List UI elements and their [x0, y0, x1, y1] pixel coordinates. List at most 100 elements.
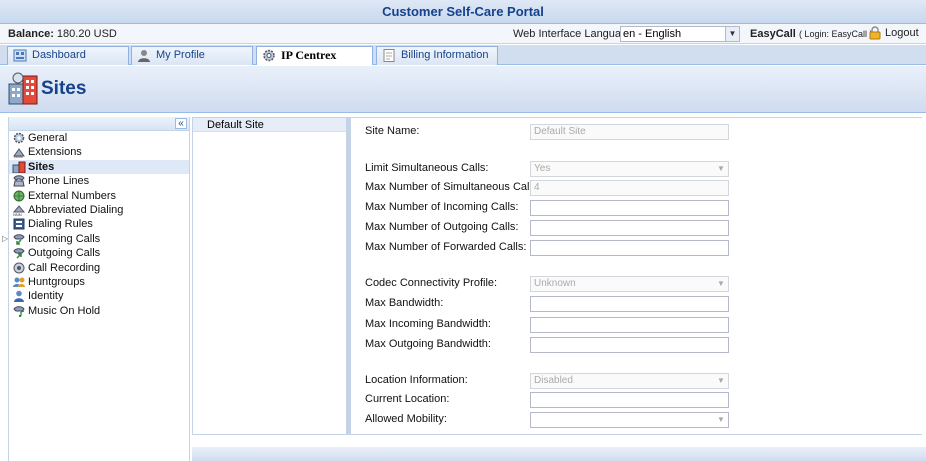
- sidebar-item-incoming-calls[interactable]: ▷ Incoming Calls: [2, 232, 189, 246]
- allowed-mobility-select[interactable]: ▼: [530, 412, 729, 428]
- sidebar-item-phone-lines[interactable]: Phone Lines: [9, 174, 189, 188]
- limit-calls-value: Yes: [534, 163, 551, 174]
- sidebar-item-label: Identity: [28, 290, 64, 303]
- lock-icon: [869, 26, 881, 40]
- expand-arrow-icon[interactable]: ▷: [2, 232, 8, 246]
- sidebar-item-abbreviated-dialing[interactable]: NNN Abbreviated Dialing: [9, 203, 189, 217]
- sidebar-item-sites[interactable]: Sites: [9, 159, 189, 175]
- codec-profile-label: Codec Connectivity Profile:: [365, 277, 498, 289]
- max-bandwidth-label: Max Bandwidth:: [365, 297, 444, 309]
- tab-my-profile[interactable]: My Profile: [131, 46, 253, 65]
- sidebar-item-label: Phone Lines: [28, 175, 90, 188]
- sidebar-item-extensions[interactable]: NNN Extensions: [9, 145, 189, 159]
- sidebar-item-identity[interactable]: Identity: [9, 289, 189, 303]
- gear-icon: [13, 132, 25, 144]
- max-incoming-bandwidth-row: Max Incoming Bandwidth:: [365, 317, 925, 333]
- max-simultaneous-row: Max Number of Simultaneous Calls: 4: [365, 180, 925, 196]
- document-icon: [383, 49, 395, 62]
- abbreviated-dialing-icon: NNN: [12, 205, 26, 216]
- huntgroups-icon: [13, 277, 25, 287]
- site-list-item[interactable]: Default Site: [193, 118, 346, 132]
- sidebar-item-dialing-rules[interactable]: Dialing Rules: [9, 217, 189, 231]
- max-outgoing-bandwidth-input[interactable]: [530, 337, 729, 353]
- sidebar-item-label: Extensions: [28, 146, 82, 159]
- max-outgoing-input[interactable]: [530, 220, 729, 236]
- location-info-select[interactable]: Disabled ▼: [530, 373, 729, 389]
- max-outgoing-bandwidth-row: Max Outgoing Bandwidth:: [365, 337, 925, 353]
- max-incoming-bandwidth-label: Max Incoming Bandwidth:: [365, 318, 491, 330]
- sidebar-item-call-recording[interactable]: Call Recording: [9, 261, 189, 275]
- sidebar-item-label: External Numbers: [28, 189, 117, 202]
- allowed-mobility-label: Allowed Mobility:: [365, 413, 447, 425]
- current-location-label: Current Location:: [365, 393, 450, 405]
- footer-toolbar: [192, 447, 926, 461]
- sidebar-item-huntgroups[interactable]: Huntgroups: [9, 275, 189, 289]
- collapse-sidebar-button[interactable]: «: [175, 118, 187, 129]
- max-incoming-bandwidth-input[interactable]: [530, 317, 729, 333]
- chevron-down-icon[interactable]: ▼: [725, 27, 739, 41]
- limit-calls-select[interactable]: Yes ▼: [530, 161, 729, 177]
- tab-label: IP Centrex: [281, 48, 337, 62]
- max-bandwidth-input[interactable]: [530, 296, 729, 312]
- tab-label: Dashboard: [32, 49, 86, 61]
- info-bar: Balance: 180.20 USD Web Interface Langua…: [0, 24, 926, 44]
- max-incoming-input[interactable]: [530, 200, 729, 216]
- limit-calls-label: Limit Simultaneous Calls:: [365, 162, 489, 174]
- extensions-icon: NNN: [13, 148, 25, 158]
- current-location-input[interactable]: [530, 392, 729, 408]
- phone-line-icon: [13, 175, 25, 187]
- sidebar-item-external-numbers[interactable]: External Numbers: [9, 189, 189, 203]
- tab-label: Billing Information: [401, 49, 489, 61]
- sidebar-item-outgoing-calls[interactable]: Outgoing Calls: [9, 246, 189, 260]
- chevron-down-icon[interactable]: ▼: [714, 162, 728, 176]
- portal-title: Customer Self-Care Portal: [0, 0, 926, 24]
- incoming-calls-icon: [13, 233, 25, 245]
- location-info-value: Disabled: [534, 375, 573, 386]
- site-name-label: Site Name:: [365, 125, 420, 137]
- codec-profile-value: Unknown: [534, 278, 576, 289]
- max-simultaneous-input[interactable]: 4: [530, 180, 729, 196]
- sites-icon: [8, 72, 38, 105]
- sidebar-item-label: Huntgroups: [28, 275, 85, 288]
- tab-dashboard[interactable]: Dashboard: [7, 46, 129, 65]
- sidebar-item-general[interactable]: General: [9, 131, 189, 145]
- max-bandwidth-row: Max Bandwidth:: [365, 296, 925, 312]
- site-name-input[interactable]: Default Site: [530, 124, 729, 140]
- sidebar-item-label: Sites: [28, 160, 55, 173]
- sidebar-item-label: Call Recording: [28, 261, 101, 274]
- identity-icon: [14, 290, 24, 303]
- user-name: EasyCall: [750, 28, 796, 40]
- balance-value: 180.20 USD: [56, 28, 117, 40]
- max-outgoing-row: Max Number of Outgoing Calls:: [365, 220, 925, 236]
- logout-button[interactable]: Logout: [868, 26, 919, 40]
- login-text: ( Login: EasyCall ): [798, 29, 873, 39]
- language-select[interactable]: en - English ▼: [620, 26, 740, 42]
- chevron-down-icon[interactable]: ▼: [714, 374, 728, 388]
- chevron-down-icon[interactable]: ▼: [714, 413, 728, 427]
- site-list: Default Site: [192, 117, 347, 435]
- sidebar-item-music-on-hold[interactable]: Music On Hold: [9, 304, 189, 318]
- codec-profile-row: Codec Connectivity Profile: Unknown ▼: [365, 276, 925, 292]
- limit-calls-row: Limit Simultaneous Calls: Yes ▼: [365, 161, 925, 177]
- page-title: Sites: [41, 78, 87, 99]
- chevron-down-icon[interactable]: ▼: [714, 277, 728, 291]
- main-tabs: Dashboard My Profile IP Centrex Billing …: [0, 45, 926, 65]
- location-info-row: Location Information: Disabled ▼: [365, 373, 925, 389]
- sidebar-header: «: [9, 117, 189, 131]
- sidebar-item-label: Dialing Rules: [28, 218, 93, 231]
- max-forwarded-input[interactable]: [530, 240, 729, 256]
- codec-profile-select[interactable]: Unknown ▼: [530, 276, 729, 292]
- dialing-rules-icon: [13, 218, 25, 230]
- svg-text:NNN: NNN: [13, 212, 22, 216]
- tab-billing-information[interactable]: Billing Information: [376, 46, 498, 65]
- max-forwarded-row: Max Number of Forwarded Calls:: [365, 240, 925, 256]
- language-label: Web Interface Language:: [513, 28, 637, 40]
- tab-ip-centrex[interactable]: IP Centrex: [256, 46, 373, 65]
- sites-icon: [12, 161, 26, 173]
- balance: Balance: 180.20 USD: [8, 28, 117, 40]
- site-form: Site Name: Default Site Limit Simultaneo…: [347, 117, 922, 435]
- dashboard-icon: [13, 49, 27, 62]
- site-name-row: Site Name: Default Site: [365, 124, 925, 140]
- balance-label: Balance:: [8, 28, 54, 40]
- allowed-mobility-row: Allowed Mobility: ▼: [365, 412, 925, 428]
